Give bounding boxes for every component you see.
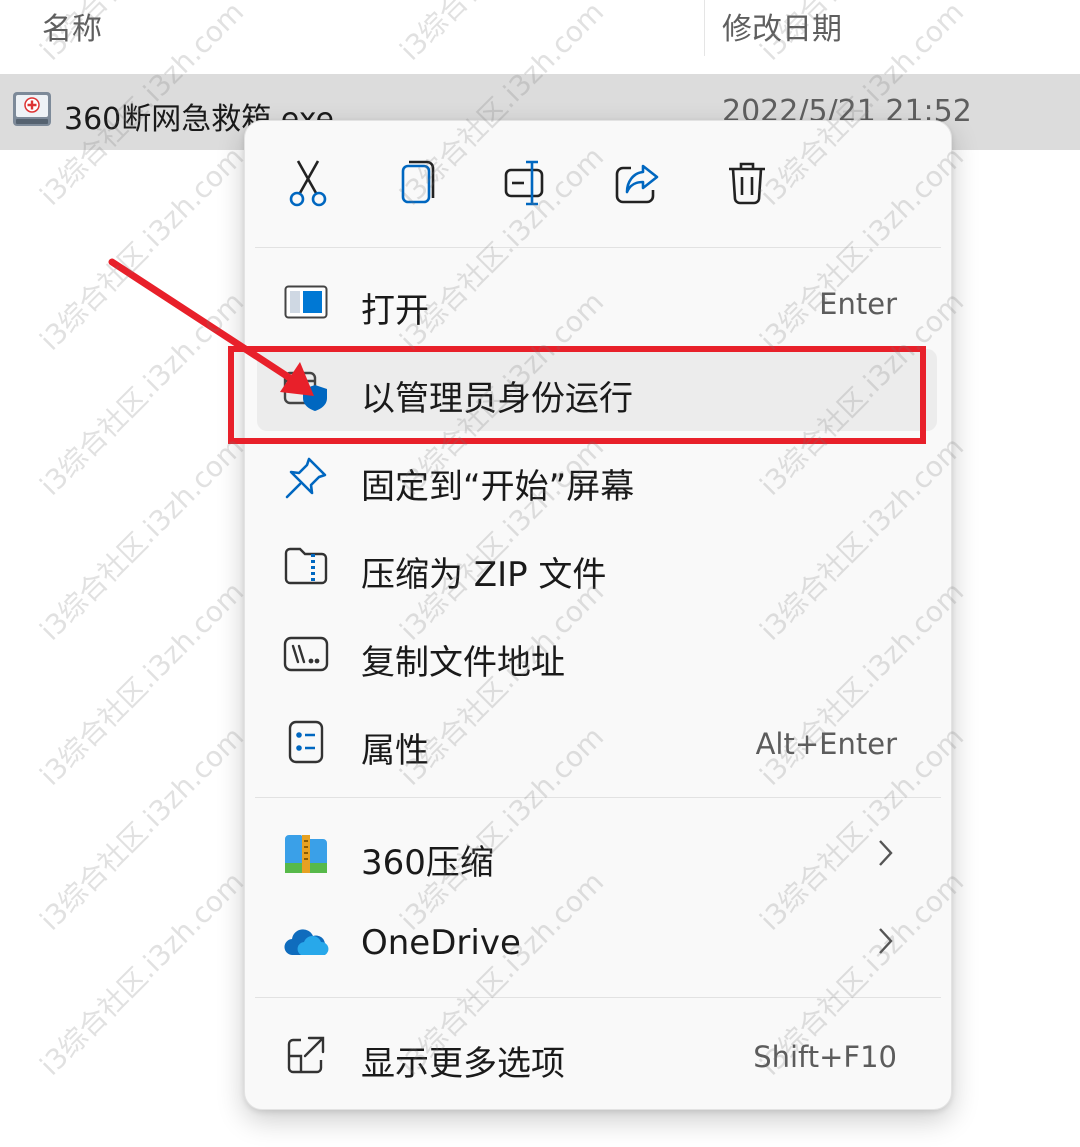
menu-item-onedrive[interactable]: OneDrive <box>257 901 937 983</box>
menu-divider <box>255 997 941 998</box>
menu-item-pin-to-start[interactable]: 固定到“开始”屏幕 <box>257 437 937 519</box>
menu-item-label: 固定到“开始”屏幕 <box>361 467 635 507</box>
copy-button[interactable] <box>385 151 449 215</box>
app-exe-icon <box>13 92 51 126</box>
watermark-text: i3综合社区.i3zh.com <box>33 720 251 937</box>
scissors-icon <box>289 160 327 207</box>
menu-item-label: 360压缩 <box>361 843 494 883</box>
menu-item-label: 显示更多选项 <box>361 1044 565 1084</box>
properties-icon <box>283 719 329 765</box>
menu-item-properties[interactable]: 属性 Alt+Enter <box>257 701 937 783</box>
more-options-icon <box>283 1032 329 1078</box>
menu-item-shortcut: Enter <box>819 287 897 321</box>
share-icon <box>615 164 659 204</box>
watermark-text: i3综合社区.i3zh.com <box>33 430 251 647</box>
menu-item-shortcut: Alt+Enter <box>755 727 897 761</box>
onedrive-cloud-icon <box>283 919 329 965</box>
watermark-text: i3综合社区.i3zh.com <box>33 575 251 792</box>
column-separator[interactable] <box>704 0 705 56</box>
menu-item-label: 压缩为 ZIP 文件 <box>361 555 607 595</box>
menu-item-show-more-options[interactable]: 显示更多选项 Shift+F10 <box>257 1014 937 1096</box>
menu-item-copy-path[interactable]: 复制文件地址 <box>257 613 937 695</box>
copy-path-icon <box>283 631 329 677</box>
watermark-text: i3综合社区.i3zh.com <box>33 865 251 1082</box>
menu-item-label: 复制文件地址 <box>361 643 565 683</box>
menu-item-open[interactable]: 打开 Enter <box>257 261 937 343</box>
column-date-header[interactable]: 修改日期 <box>722 4 842 48</box>
column-header: 名称 修改日期 <box>0 0 1080 56</box>
column-name-header[interactable]: 名称 <box>42 4 102 48</box>
annotation-arrow <box>108 258 314 396</box>
chevron-right-icon <box>879 928 893 954</box>
pin-icon <box>283 455 329 501</box>
rename-icon <box>504 160 544 206</box>
copy-icon <box>401 160 435 204</box>
menu-item-label: OneDrive <box>361 923 521 963</box>
menu-divider <box>255 797 941 798</box>
menu-item-label: 打开 <box>361 291 429 331</box>
360-zip-icon <box>283 831 329 877</box>
context-menu-toolbar <box>245 121 951 247</box>
cut-button[interactable] <box>276 151 340 215</box>
chevron-right-icon <box>879 840 893 866</box>
menu-divider <box>255 247 941 248</box>
rename-button[interactable] <box>495 151 559 215</box>
menu-item-compress-zip[interactable]: 压缩为 ZIP 文件 <box>257 525 937 607</box>
share-button[interactable] <box>605 151 669 215</box>
menu-item-label: 属性 <box>361 731 429 771</box>
menu-item-360-zip[interactable]: 360压缩 <box>257 813 937 895</box>
context-menu: 打开 Enter 以管理员身份运行 固定到“开始”屏幕 压缩为 ZIP 文件 复… <box>244 120 952 1110</box>
trash-icon <box>729 162 765 205</box>
zip-folder-icon <box>283 543 329 589</box>
delete-button[interactable] <box>715 151 779 215</box>
menu-item-shortcut: Shift+F10 <box>753 1040 897 1074</box>
